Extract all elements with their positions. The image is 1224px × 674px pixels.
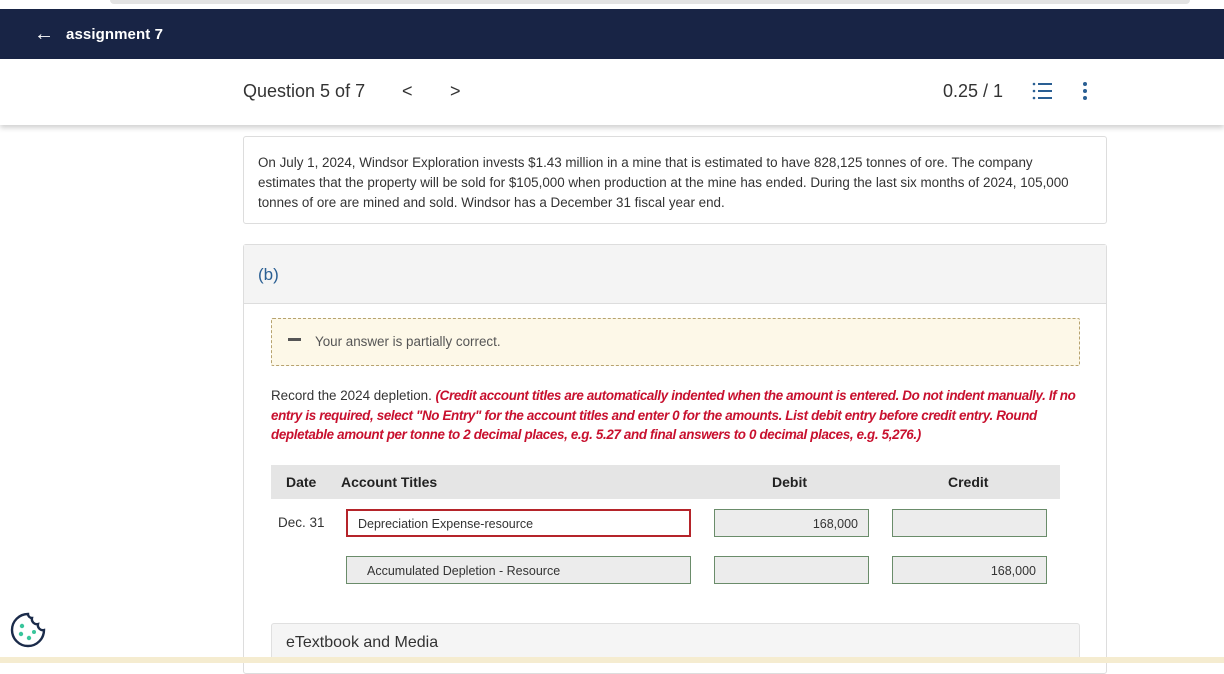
journal-header-row: Date Account Titles Debit Credit bbox=[271, 465, 1060, 499]
part-label: (b) bbox=[258, 265, 279, 284]
journal-entry-table: Date Account Titles Debit Credit bbox=[271, 465, 1060, 499]
feedback-banner: Your answer is partially correct. bbox=[271, 318, 1080, 366]
question-score: 0.25 / 1 bbox=[943, 81, 1004, 101]
bottom-strip bbox=[0, 657, 1224, 663]
previous-question-button[interactable]: < bbox=[402, 81, 413, 102]
assignment-title: assignment 7 bbox=[66, 25, 164, 43]
row1-debit-input[interactable]: 168,000 bbox=[714, 509, 869, 537]
main-content: On July 1, 2024, Windsor Exploration inv… bbox=[0, 125, 1224, 674]
row2-debit-input[interactable] bbox=[714, 556, 869, 584]
problem-statement: On July 1, 2024, Windsor Exploration inv… bbox=[243, 136, 1107, 224]
question-counter: Question 5 of 7 bbox=[243, 81, 366, 101]
partial-correct-icon bbox=[288, 338, 301, 341]
more-vertical-icon[interactable] bbox=[1078, 81, 1092, 101]
row1-date: Dec. 31 bbox=[278, 515, 325, 530]
row1-credit-input[interactable] bbox=[892, 509, 1047, 537]
top-strip-pill bbox=[110, 0, 1190, 4]
arrow-left-icon[interactable]: ← bbox=[34, 24, 54, 44]
header-account-titles: Account Titles bbox=[341, 474, 438, 490]
row2-credit-input[interactable]: 168,000 bbox=[892, 556, 1047, 584]
header-credit: Credit bbox=[948, 474, 989, 490]
part-b-panel: (b) Your answer is partially correct. Re… bbox=[243, 244, 1107, 674]
question-bar: Question 5 of 7 < > 0.25 / 1 bbox=[0, 59, 1224, 125]
app-header: ← assignment 7 bbox=[0, 9, 1224, 59]
header-debit: Debit bbox=[772, 474, 807, 490]
next-question-button[interactable]: > bbox=[450, 81, 461, 102]
header-date: Date bbox=[286, 474, 317, 490]
cookie-icon[interactable] bbox=[9, 611, 47, 649]
browser-top-strip bbox=[0, 0, 1224, 9]
instruction-text: Record the 2024 depletion. (Credit accou… bbox=[271, 386, 1083, 445]
instruction-plain: Record the 2024 depletion. bbox=[271, 388, 432, 403]
part-header bbox=[244, 245, 1106, 304]
feedback-text: Your answer is partially correct. bbox=[315, 334, 501, 349]
row1-account-input[interactable]: Depreciation Expense-resource bbox=[346, 509, 691, 537]
list-icon[interactable] bbox=[1031, 81, 1053, 101]
row2-account-input[interactable]: Accumulated Depletion - Resource bbox=[346, 556, 691, 584]
